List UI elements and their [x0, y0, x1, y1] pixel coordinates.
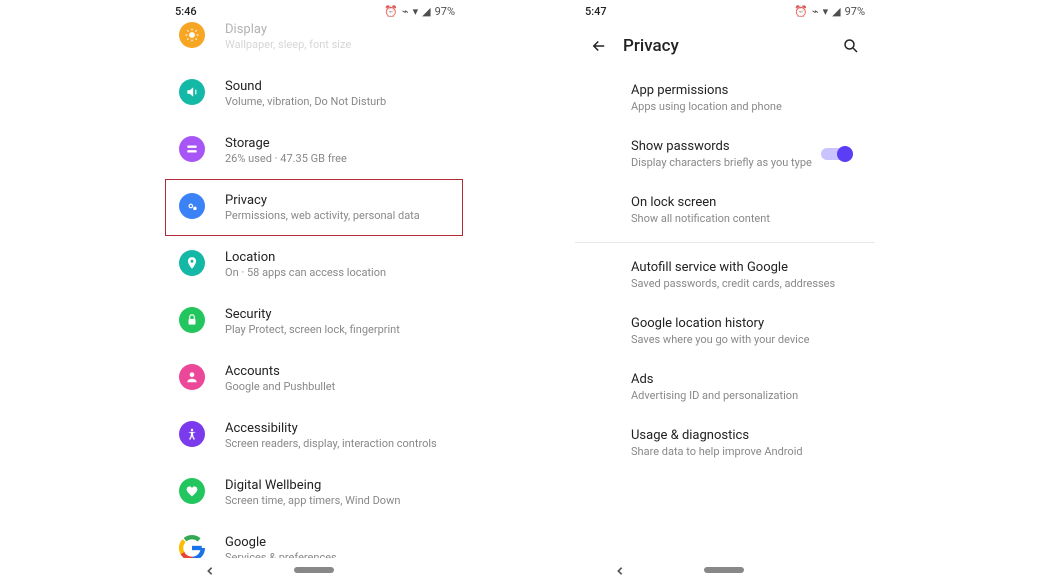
privacy-item-title: Show passwords — [631, 139, 821, 154]
phone-privacy-page: 5:47 ⏰ ⌁ ▾ ◢ 97% Privacy App permissions… — [575, 0, 875, 582]
nav-bar — [575, 558, 875, 582]
display-icon — [179, 22, 205, 48]
privacy-item-title: App permissions — [631, 83, 857, 98]
privacy-item-title: Ads — [631, 372, 857, 387]
back-button[interactable] — [581, 28, 617, 64]
nav-back-icon[interactable] — [205, 561, 215, 580]
location-icon — [179, 250, 205, 276]
sound-icon — [179, 79, 205, 105]
privacy-item-title: On lock screen — [631, 195, 857, 210]
privacy-item-ads[interactable]: Ads Advertising ID and personalization — [575, 359, 875, 415]
wellbeing-icon — [179, 478, 205, 504]
settings-item-title: Accessibility — [225, 421, 437, 436]
privacy-item-sub: Apps using location and phone — [631, 100, 857, 113]
alarm-icon: ⏰ — [794, 5, 808, 18]
privacy-item-lock-screen[interactable]: On lock screen Show all notification con… — [575, 182, 875, 238]
security-icon — [179, 307, 205, 333]
signal-icon: ◢ — [832, 5, 840, 18]
phone-settings-list: 5:46 ⏰ ⌁ ▾ ◢ 97% DisplayWallpaper, sleep… — [165, 0, 465, 582]
status-time: 5:46 — [175, 5, 197, 18]
settings-scroll[interactable]: DisplayWallpaper, sleep, font size Sound… — [165, 22, 465, 558]
settings-item-wellbeing[interactable]: Digital WellbeingScreen time, app timers… — [165, 464, 465, 521]
privacy-item-sub: Show all notification content — [631, 212, 857, 225]
wifi-icon: ▾ — [413, 5, 419, 18]
settings-item-security[interactable]: SecurityPlay Protect, screen lock, finge… — [165, 293, 465, 350]
settings-item-sub: 26% used · 47.35 GB free — [225, 152, 347, 165]
settings-item-sub: Volume, vibration, Do Not Disturb — [225, 95, 386, 108]
search-button[interactable] — [833, 28, 869, 64]
privacy-item-sub: Saves where you go with your device — [631, 333, 857, 346]
status-bar: 5:46 ⏰ ⌁ ▾ ◢ 97% — [165, 0, 465, 22]
privacy-item-title: Google location history — [631, 316, 857, 331]
privacy-item-usage-diagnostics[interactable]: Usage & diagnostics Share data to help i… — [575, 415, 875, 471]
settings-item-title: Sound — [225, 79, 386, 94]
status-bar: 5:47 ⏰ ⌁ ▾ ◢ 97% — [575, 0, 875, 22]
settings-item-display[interactable]: DisplayWallpaper, sleep, font size — [165, 22, 465, 65]
settings-item-title: Accounts — [225, 364, 335, 379]
page-title: Privacy — [623, 36, 833, 56]
nav-placeholder — [414, 565, 425, 576]
settings-item-sub: On · 58 apps can access location — [225, 266, 386, 279]
wifi-icon: ▾ — [823, 5, 829, 18]
nav-home-pill[interactable] — [294, 567, 334, 573]
settings-item-title: Location — [225, 250, 386, 265]
settings-item-title: Display — [225, 22, 351, 37]
settings-item-sub: Google and Pushbullet — [225, 380, 335, 393]
settings-item-sub: Wallpaper, sleep, font size — [225, 38, 351, 51]
privacy-item-sub: Advertising ID and personalization — [631, 389, 857, 402]
nav-bar — [165, 558, 465, 582]
settings-item-title: Digital Wellbeing — [225, 478, 400, 493]
accessibility-icon — [179, 421, 205, 447]
status-icons: ⏰ ⌁ ▾ ◢ 97% — [384, 5, 455, 18]
nav-back-icon[interactable] — [615, 561, 625, 580]
settings-item-location[interactable]: LocationOn · 58 apps can access location — [165, 236, 465, 293]
settings-item-sub: Permissions, web activity, personal data — [225, 209, 420, 222]
vibrate-icon: ⌁ — [402, 5, 409, 18]
privacy-item-autofill[interactable]: Autofill service with Google Saved passw… — [575, 247, 875, 303]
alarm-icon: ⏰ — [384, 5, 398, 18]
privacy-item-title: Usage & diagnostics — [631, 428, 857, 443]
vibrate-icon: ⌁ — [812, 5, 819, 18]
settings-item-google[interactable]: GoogleServices & preferences — [165, 521, 465, 558]
show-passwords-toggle[interactable] — [821, 147, 851, 161]
section-divider — [575, 242, 875, 243]
settings-item-sound[interactable]: SoundVolume, vibration, Do Not Disturb — [165, 65, 465, 122]
settings-item-sub: Screen readers, display, interaction con… — [225, 437, 437, 450]
signal-icon: ◢ — [422, 5, 430, 18]
settings-item-storage[interactable]: Storage26% used · 47.35 GB free — [165, 122, 465, 179]
settings-item-sub: Screen time, app timers, Wind Down — [225, 494, 400, 507]
status-icons: ⏰ ⌁ ▾ ◢ 97% — [794, 5, 865, 18]
storage-icon — [179, 136, 205, 162]
privacy-icon — [179, 193, 205, 219]
nav-placeholder — [824, 565, 835, 576]
settings-item-privacy[interactable]: PrivacyPermissions, web activity, person… — [165, 179, 463, 236]
nav-home-pill[interactable] — [704, 567, 744, 573]
settings-item-title: Google — [225, 535, 337, 550]
settings-item-title: Storage — [225, 136, 347, 151]
privacy-item-app-permissions[interactable]: App permissions Apps using location and … — [575, 70, 875, 126]
settings-item-sub: Services & preferences — [225, 551, 337, 558]
battery-text: 97% — [845, 5, 865, 18]
privacy-scroll[interactable]: App permissions Apps using location and … — [575, 70, 875, 558]
privacy-item-sub: Share data to help improve Android — [631, 445, 857, 458]
privacy-item-sub: Saved passwords, credit cards, addresses — [631, 277, 857, 290]
settings-item-title: Privacy — [225, 193, 420, 208]
privacy-item-sub: Display characters briefly as you type — [631, 156, 821, 169]
settings-item-accounts[interactable]: AccountsGoogle and Pushbullet — [165, 350, 465, 407]
google-icon — [179, 535, 205, 558]
settings-item-title: Security — [225, 307, 400, 322]
app-header: Privacy — [575, 22, 875, 70]
privacy-item-location-history[interactable]: Google location history Saves where you … — [575, 303, 875, 359]
status-time: 5:47 — [585, 5, 607, 18]
privacy-item-show-passwords[interactable]: Show passwords Display characters briefl… — [575, 126, 875, 182]
privacy-item-title: Autofill service with Google — [631, 260, 857, 275]
settings-item-sub: Play Protect, screen lock, fingerprint — [225, 323, 400, 336]
settings-item-accessibility[interactable]: AccessibilityScreen readers, display, in… — [165, 407, 465, 464]
battery-text: 97% — [435, 5, 455, 18]
accounts-icon — [179, 364, 205, 390]
